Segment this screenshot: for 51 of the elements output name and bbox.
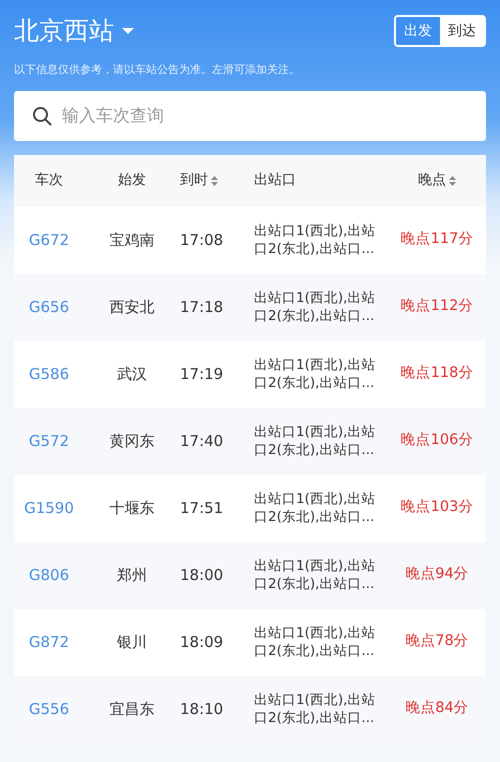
train-number[interactable]: G586	[28, 364, 70, 382]
origin-station: 武汉	[117, 364, 147, 382]
column-header: 出站口	[254, 171, 296, 190]
exit-text: 出站口1(西北),出站口2(东北),出站口...	[254, 557, 376, 593]
train-number[interactable]: G872	[28, 632, 70, 650]
train-number[interactable]: G572	[28, 432, 70, 450]
arrival-time: 17:51	[180, 498, 224, 516]
delay-text: 晚点94分	[405, 566, 469, 582]
exit-text: 出站口1(西北),出站口2(东北),出站口...	[254, 222, 376, 258]
exit-text: 出站口1(西北),出站口2(东北),出站口...	[254, 490, 376, 526]
train-number[interactable]: G1590	[24, 498, 74, 516]
exit-text: 出站口1(西北),出站口2(东北),出站口...	[254, 624, 376, 660]
station-title[interactable]: 北京西站	[14, 14, 114, 48]
arrival-time: 17:18	[180, 298, 224, 316]
origin-station: 郑州	[117, 566, 147, 584]
delay-text: 晚点117分	[400, 231, 474, 248]
column-header: 始发	[118, 171, 146, 190]
arrival-time: 18:00	[180, 566, 224, 584]
train-number[interactable]: G556	[28, 700, 70, 718]
column-header[interactable]: 晚点	[418, 170, 446, 191]
origin-station: 宝鸡南	[110, 230, 154, 248]
origin-station: 十堰东	[110, 498, 154, 516]
caret-icon	[122, 27, 134, 35]
exit-text: 出站口1(西北),出站口2(东北),出站口...	[254, 356, 376, 392]
arrival-time: 17:08	[180, 230, 224, 248]
origin-station: 银川	[117, 632, 147, 650]
column-header: 车次	[35, 171, 63, 190]
delay-text: 晚点103分	[400, 499, 474, 516]
delay-text: 晚点78分	[405, 633, 469, 650]
search-icon	[32, 106, 52, 126]
train-number[interactable]: G806	[28, 566, 70, 584]
exit-text: 出站口1(西北),出站口2(东北),出站口...	[254, 691, 376, 727]
search-field[interactable]: 输入车次查询	[14, 90, 486, 140]
delay-text: 晚点106分	[400, 432, 474, 448]
delay-text: 晚点84分	[405, 700, 469, 716]
delay-text: 晚点112分	[400, 298, 474, 314]
origin-station: 西安北	[110, 298, 154, 316]
origin-station: 宜昌东	[110, 700, 154, 718]
train-number[interactable]: G656	[28, 298, 70, 316]
origin-station: 黄冈东	[110, 432, 154, 450]
arrival-time: 18:09	[180, 632, 224, 650]
arrival-time: 17:19	[180, 364, 224, 382]
column-header[interactable]: 到时	[180, 170, 208, 191]
arrival-time: 17:40	[180, 432, 224, 450]
exit-text: 出站口1(西北),出站口2(东北),出站口...	[254, 289, 376, 325]
arrival-time: 18:10	[180, 700, 224, 718]
mode-tab[interactable]: 出发	[396, 17, 440, 45]
train-number[interactable]: G672	[28, 230, 70, 248]
notice-text: 以下信息仅供参考，请以车站公告为准。左滑可添加关注。	[14, 62, 301, 78]
exit-text: 出站口1(西北),出站口2(东北),出站口...	[254, 423, 376, 459]
delay-text: 晚点118分	[400, 365, 474, 382]
